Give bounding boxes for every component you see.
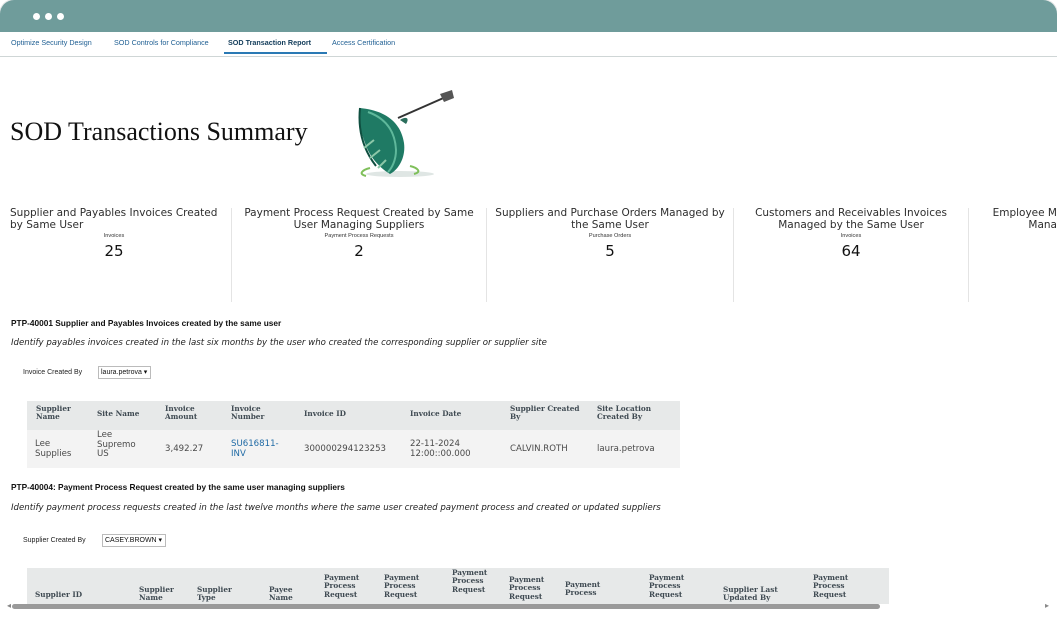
col-supplier-type[interactable]: Supplier Type <box>197 585 237 603</box>
card-subtitle: Invoices <box>103 233 125 239</box>
active-tab-indicator <box>224 52 327 54</box>
tab-sod-transaction-report[interactable]: SOD Transaction Report <box>228 38 311 47</box>
col-site-name[interactable]: Site Name <box>97 409 139 418</box>
col-payment-process-request[interactable]: Payment Process Request <box>324 573 369 599</box>
supplier-created-by-select[interactable]: CASEY.BROWN ▾ <box>102 534 167 547</box>
card-subtitle: Invoices <box>840 233 862 239</box>
cell-supplier-created-by: CALVIN.ROTH <box>510 444 568 454</box>
invoice-created-by-label: Invoice Created By <box>23 369 83 376</box>
card-subtitle: Purchase Orders <box>588 233 632 239</box>
col-payment-process-request[interactable]: Payment Process Request <box>452 568 497 594</box>
col-invoice-date[interactable]: Invoice Date <box>410 409 461 418</box>
card-subtitle: Payment Process Requests <box>324 233 394 239</box>
col-payment-process-request[interactable]: Payment Process Request <box>649 573 694 599</box>
window-minimize-dot[interactable] <box>45 13 52 20</box>
col-payment-process-request[interactable]: Payment Process Request <box>384 573 429 599</box>
window-close-dot[interactable] <box>33 13 40 20</box>
col-invoice-amount[interactable]: Invoice Amount <box>165 404 210 422</box>
table2-header: Supplier ID Supplier Name Supplier Type … <box>27 568 889 604</box>
col-supplier-last-updated-by[interactable]: Supplier Last Updated By <box>723 585 793 603</box>
summary-card-customers-receivables[interactable]: Customers and Receivables Invoices Manag… <box>736 207 966 302</box>
browser-window: Optimize Security Design SOD Controls fo… <box>0 0 1057 624</box>
card-title: Payment Process Request Created by Same … <box>244 207 474 231</box>
col-site-location-created-by[interactable]: Site Location Created By <box>597 404 667 422</box>
card-divider <box>231 208 232 302</box>
col-supplier-name[interactable]: Supplier Name <box>139 585 179 603</box>
feather-quill-icon <box>358 90 454 177</box>
col-payment-process[interactable]: Payment Process <box>565 580 610 598</box>
summary-card-employee-partial[interactable]: Employee M Mana <box>988 208 1057 302</box>
summary-card-suppliers-purchase-orders[interactable]: Suppliers and Purchase Orders Managed by… <box>488 207 732 302</box>
summary-card-payment-process[interactable]: Payment Process Request Created by Same … <box>236 207 482 302</box>
cell-supplier-name: Lee Supplies <box>35 439 72 459</box>
cell-site-location-created-by: laura.petrova <box>597 444 655 454</box>
section2-title: PTP-40004: Payment Process Request creat… <box>11 482 345 492</box>
scroll-right-icon[interactable]: ▸ <box>1045 601 1049 610</box>
col-supplier-name[interactable]: Supplier Name <box>36 404 76 422</box>
section1-title: PTP-40001 Supplier and Payables Invoices… <box>11 318 282 328</box>
cell-invoice-amount: 3,492.27 <box>165 444 204 454</box>
tab-access-certification[interactable]: Access Certification <box>332 38 395 47</box>
cell-invoice-date: 22-11-2024 12:00::00.000 <box>410 439 471 459</box>
col-supplier-id[interactable]: Supplier ID <box>35 590 82 599</box>
tab-optimize-security-design[interactable]: Optimize Security Design <box>11 38 92 47</box>
horizontal-scrollbar-thumb[interactable] <box>12 604 880 609</box>
cell-invoice-id: 300000294123253 <box>304 444 387 454</box>
tab-bar: Optimize Security Design SOD Controls fo… <box>0 32 1057 57</box>
card-value: 5 <box>605 242 615 260</box>
supplier-created-by-label: Supplier Created By <box>23 537 86 544</box>
card-title: Employee M Mana <box>992 208 1057 231</box>
summary-card-supplier-invoices[interactable]: Supplier and Payables Invoices Created b… <box>2 207 226 302</box>
card-divider <box>486 208 487 302</box>
card-divider <box>968 208 969 302</box>
card-title: Customers and Receivables Invoices Manag… <box>755 207 947 231</box>
section1-description: Identify payables invoices created in th… <box>11 338 547 348</box>
card-value: 64 <box>841 242 861 260</box>
col-invoice-number[interactable]: Invoice Number <box>231 404 276 422</box>
invoice-created-by-select[interactable]: laura.petrova ▾ <box>98 366 152 379</box>
col-payee-name[interactable]: Payee Name <box>269 585 304 603</box>
col-supplier-created-by[interactable]: Supplier Created By <box>510 404 580 422</box>
page-title: SOD Transactions Summary <box>10 117 308 146</box>
card-value: 2 <box>354 242 364 260</box>
tab-sod-controls[interactable]: SOD Controls for Compliance <box>114 38 209 47</box>
scroll-left-icon[interactable]: ◂ <box>7 601 11 610</box>
card-title: Suppliers and Purchase Orders Managed by… <box>495 207 725 231</box>
window-titlebar <box>0 0 1057 32</box>
invoice-number-link[interactable]: SU616811-INV <box>231 439 286 459</box>
col-invoice-id[interactable]: Invoice ID <box>304 409 346 418</box>
col-payment-process-request[interactable]: Payment Process Request <box>813 573 858 599</box>
section2-description: Identify payment process requests create… <box>11 503 661 513</box>
col-payment-process-request[interactable]: Payment Process Request <box>509 575 554 601</box>
card-value: 25 <box>104 242 124 260</box>
card-divider <box>733 208 734 302</box>
window-maximize-dot[interactable] <box>57 13 64 20</box>
card-title: Supplier and Payables Invoices Created b… <box>10 207 218 231</box>
cell-site-name: Lee Supremo US <box>97 430 136 460</box>
